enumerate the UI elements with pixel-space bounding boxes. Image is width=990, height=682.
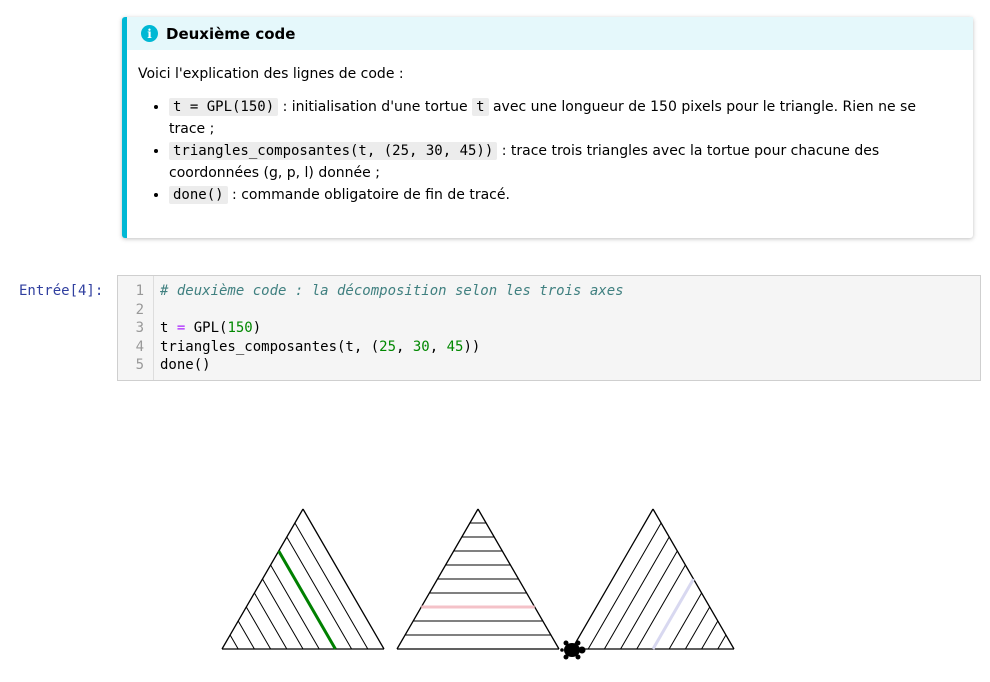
item-text: : commande obligatoire de fin de tracé. <box>227 187 510 203</box>
info-icon: i <box>141 25 158 42</box>
line-number: 5 <box>135 357 144 373</box>
input-prompt: Entrée[4]: <box>19 283 104 299</box>
hatch-line <box>701 620 719 650</box>
code-comment: # deuxième code : la décomposition selon… <box>160 283 624 299</box>
hatch-line <box>668 592 703 650</box>
code-token: ) <box>252 320 262 336</box>
highlight-line <box>651 578 695 650</box>
code-line: done() <box>160 356 624 375</box>
inline-code: t <box>472 98 489 116</box>
turtle-part <box>560 648 564 652</box>
admonition-body: Voici l'explication des lignes de code :… <box>127 50 973 206</box>
code-token: t <box>160 320 177 336</box>
line-number: 3 <box>135 320 144 336</box>
code-token: done() <box>160 357 211 373</box>
inline-code: done() <box>169 186 228 204</box>
code-number: 25 <box>379 338 397 355</box>
triangle-edge <box>571 508 654 650</box>
line-number: 2 <box>135 301 144 318</box>
list-item: triangles_composantes(t, (25, 30, 45)) :… <box>169 140 973 184</box>
hatch-line <box>286 536 353 650</box>
turtle-output-canvas <box>221 508 735 660</box>
code-cell[interactable]: 1 2 3 4 5 # deuxième code : la décomposi… <box>117 275 981 381</box>
code-number: 45 <box>446 338 464 355</box>
turtle-part <box>563 654 569 660</box>
list-item: done() : commande obligatoire de fin de … <box>169 184 973 206</box>
turtle-part <box>563 640 569 646</box>
inline-code: triangles_composantes(t, (25, 30, 45)) <box>169 142 498 160</box>
explanation-list: t = GPL(150) : initialisation d'une tort… <box>138 96 973 206</box>
info-admonition: i Deuxième code Voici l'explication des … <box>122 17 973 238</box>
code-line: t = GPL(150) <box>160 319 624 338</box>
turtle-part <box>575 640 581 646</box>
admonition-intro: Voici l'explication des lignes de code : <box>138 66 404 82</box>
hatch-line <box>245 606 272 650</box>
triangle-edge <box>302 508 385 650</box>
hatch-line <box>237 620 255 650</box>
code-editor[interactable]: # deuxième code : la décomposition selon… <box>160 282 624 375</box>
admonition-title: Deuxième code <box>166 24 296 43</box>
hatch-line <box>717 634 727 650</box>
list-item: t = GPL(150) : initialisation d'une tort… <box>169 96 973 140</box>
hatch-line <box>294 522 369 650</box>
code-token: , <box>429 338 447 355</box>
code-line: triangles_composantes(t, (25, 30, 45)) <box>160 338 624 357</box>
line-number-gutter: 1 2 3 4 5 <box>118 276 154 380</box>
line-number: 1 <box>135 283 144 299</box>
hatch-line <box>229 634 239 650</box>
code-number: 150 <box>227 320 253 336</box>
code-token: )) <box>463 338 481 355</box>
hatch-line <box>620 550 678 650</box>
hatch-line <box>262 578 304 650</box>
hatch-line <box>587 522 662 650</box>
admonition-header: i Deuxième code <box>127 17 973 50</box>
hatch-line <box>684 606 711 650</box>
line-number: 4 <box>135 338 144 355</box>
item-text: : initialisation d'une tortue <box>278 99 473 115</box>
code-token: triangles_composantes(t, ( <box>160 338 380 355</box>
inline-code: t = GPL(150) <box>169 98 279 116</box>
turtle-part <box>575 654 581 660</box>
hatch-line <box>603 536 670 650</box>
highlight-line <box>277 550 337 650</box>
code-number: 30 <box>412 338 430 355</box>
code-token: GPL( <box>185 320 228 336</box>
code-token: , <box>396 338 413 355</box>
hatch-line <box>253 592 288 650</box>
code-line: # deuxième code : la décomposition selon… <box>160 282 624 301</box>
turtle-icon <box>560 640 586 660</box>
turtle-part <box>578 646 586 654</box>
